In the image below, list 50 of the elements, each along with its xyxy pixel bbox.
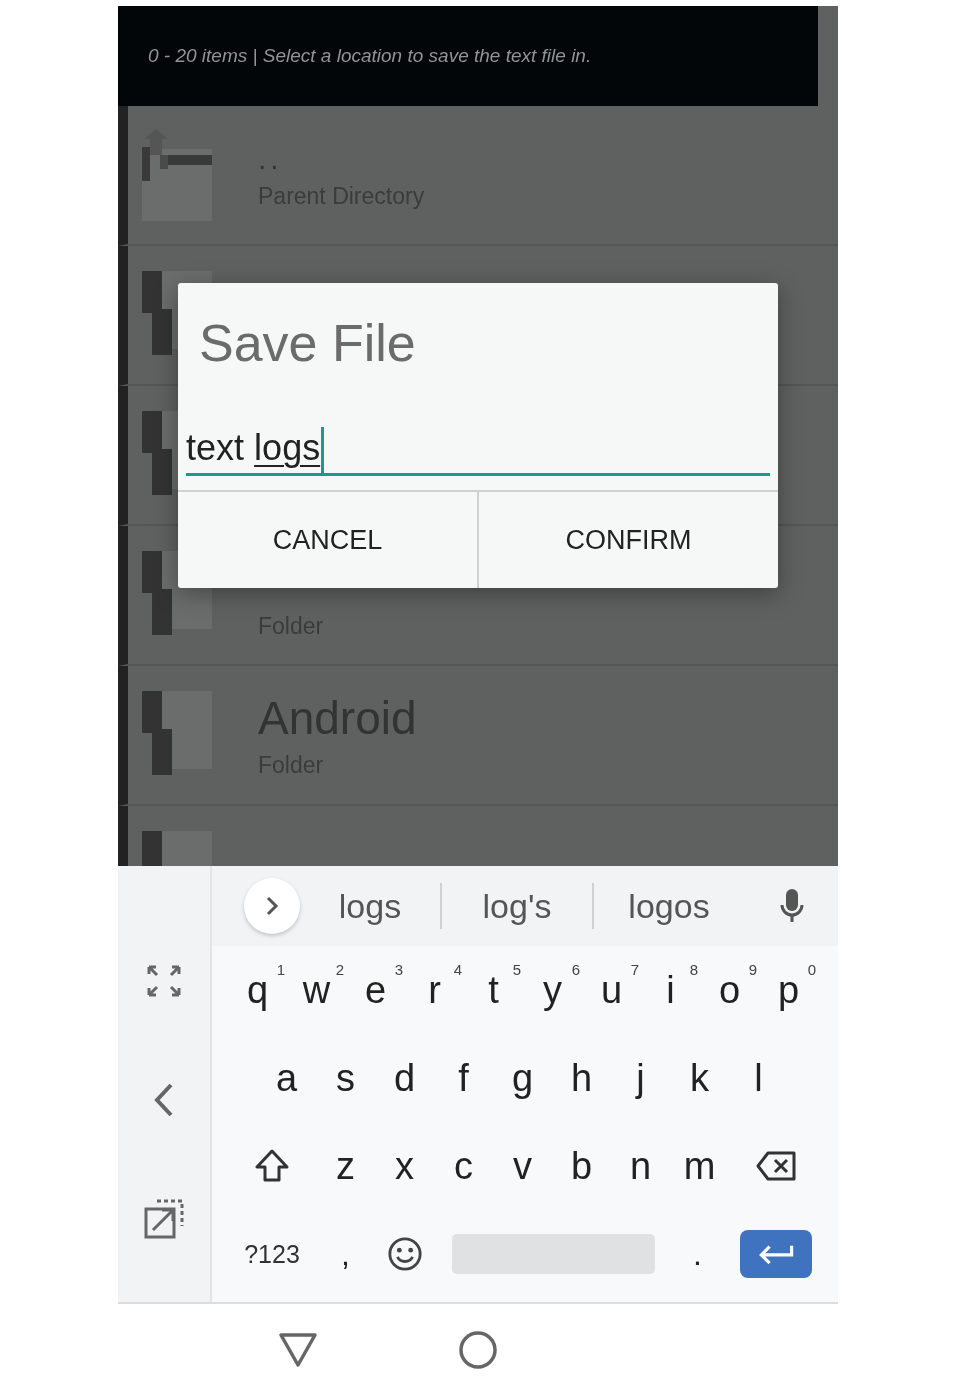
key[interactable]: c: [434, 1131, 493, 1201]
key[interactable]: m: [670, 1131, 729, 1201]
symbols-key[interactable]: ?123: [228, 1219, 316, 1289]
key[interactable]: d: [375, 1043, 434, 1113]
key[interactable]: q $^{1}$: [228, 955, 287, 1025]
suggestion[interactable]: logos: [594, 886, 744, 926]
key[interactable]: o $^{9}$: [700, 955, 759, 1025]
key[interactable]: p $^{0}$: [759, 955, 818, 1025]
key[interactable]: i $^{8}$: [641, 955, 700, 1025]
key[interactable]: w$^{2}$: [287, 955, 346, 1025]
suggestion[interactable]: logs: [300, 886, 440, 926]
key[interactable]: k: [670, 1043, 729, 1113]
key[interactable]: l: [729, 1043, 788, 1113]
parent-folder-icon: [142, 129, 212, 221]
key[interactable]: b: [552, 1131, 611, 1201]
period-key[interactable]: .: [655, 1219, 740, 1289]
home-icon[interactable]: [458, 1330, 498, 1370]
enter-arrow-icon: [757, 1243, 795, 1265]
key[interactable]: r $^{4}$: [405, 955, 464, 1025]
key[interactable]: t $^{5}$: [464, 955, 523, 1025]
file-name: ..: [258, 140, 284, 177]
key[interactable]: f: [434, 1043, 493, 1113]
back-icon[interactable]: [278, 1332, 318, 1368]
chevron-right-icon: [265, 895, 279, 917]
key[interactable]: z: [316, 1131, 375, 1201]
key[interactable]: u $^{7}$: [582, 955, 641, 1025]
smiley-icon: [386, 1236, 423, 1272]
key[interactable]: x: [375, 1131, 434, 1201]
key[interactable]: v: [493, 1131, 552, 1201]
comma-key[interactable]: ,: [316, 1219, 375, 1289]
header-subtitle: 0 - 20 items | Select a location to save the text file in.: [148, 45, 592, 67]
key[interactable]: y $^{6}$: [523, 955, 582, 1025]
key[interactable]: g: [493, 1043, 552, 1113]
key[interactable]: j: [611, 1043, 670, 1113]
key[interactable]: a: [257, 1043, 316, 1113]
filename-field[interactable]: text logs: [186, 423, 770, 476]
expand-icon[interactable]: [146, 964, 182, 998]
dialog-button[interactable]: CONFIRM: [477, 492, 778, 588]
key[interactable]: h: [552, 1043, 611, 1113]
key[interactable]: n: [611, 1131, 670, 1201]
key[interactable]: e $^{3}$: [346, 955, 405, 1025]
suggestion[interactable]: log's: [442, 886, 592, 926]
expand-suggestions-button[interactable]: [244, 878, 300, 934]
key[interactable]: s: [316, 1043, 375, 1113]
backspace-icon: [756, 1151, 796, 1181]
popout-icon[interactable]: [143, 1198, 185, 1240]
shift-arrow-icon: [254, 1149, 290, 1183]
microphone-icon[interactable]: [780, 888, 804, 924]
dialog-title: Save File: [199, 313, 416, 373]
enter-key[interactable]: [740, 1230, 812, 1278]
